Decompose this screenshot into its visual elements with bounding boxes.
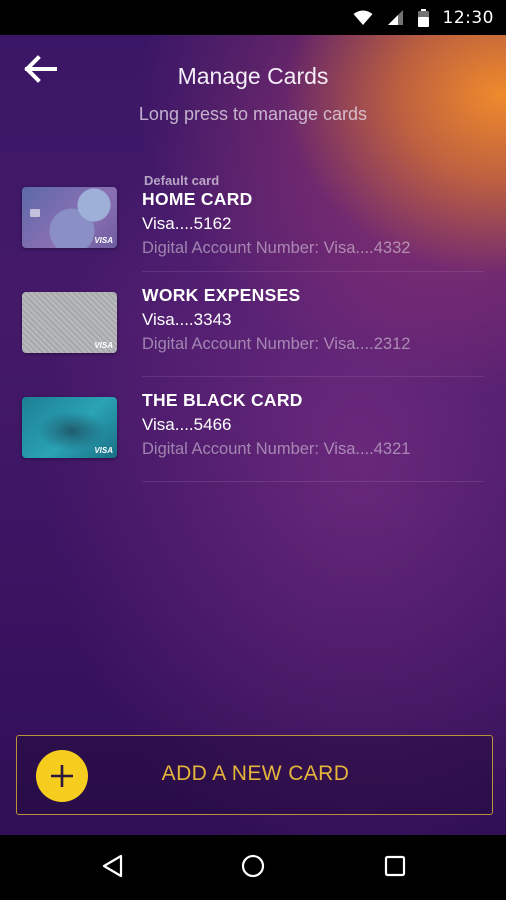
default-card-label: Default card bbox=[144, 173, 220, 188]
add-new-card-label: ADD A NEW CARD bbox=[161, 762, 350, 785]
card-name: HOME CARD bbox=[142, 189, 253, 209]
card-item-home[interactable]: VISA Default card HOME CARD Visa....5162… bbox=[0, 167, 506, 272]
digital-account-number: Digital Account Number: Visa....2312 bbox=[142, 335, 411, 353]
status-time: 12:30 bbox=[442, 7, 494, 28]
square-recents-icon bbox=[383, 854, 407, 883]
card-info: WORK EXPENSES Visa....3343 Digital Accou… bbox=[142, 285, 410, 354]
visa-logo: VISA bbox=[94, 446, 113, 455]
card-list: VISA Default card HOME CARD Visa....5162… bbox=[0, 167, 506, 482]
card-chip bbox=[30, 209, 40, 217]
app-screen: Manage Cards Long press to manage cards … bbox=[0, 35, 506, 835]
card-image-home: VISA bbox=[22, 187, 117, 248]
status-bar: 12:30 bbox=[0, 0, 506, 35]
card-item-black[interactable]: VISA THE BLACK CARD Visa....5466 Digital… bbox=[0, 377, 506, 482]
signal-icon bbox=[387, 9, 404, 26]
battery-icon bbox=[417, 8, 429, 27]
nav-back-button[interactable] bbox=[98, 853, 128, 883]
system-nav-bar bbox=[0, 835, 506, 900]
wifi-icon bbox=[353, 10, 373, 26]
card-name: WORK EXPENSES bbox=[142, 285, 301, 305]
digital-account-number: Digital Account Number: Visa....4321 bbox=[142, 440, 411, 458]
page-subtitle: Long press to manage cards bbox=[138, 104, 368, 124]
card-image-work: VISA bbox=[22, 292, 117, 353]
card-number: Visa....5466 bbox=[142, 415, 232, 434]
digital-account-number: Digital Account Number: Visa....4332 bbox=[142, 239, 411, 257]
page-title: Manage Cards bbox=[177, 63, 329, 89]
nav-home-button[interactable] bbox=[238, 853, 268, 883]
visa-logo: VISA bbox=[94, 236, 113, 245]
card-number: Visa....5162 bbox=[142, 214, 232, 233]
card-item-work[interactable]: VISA WORK EXPENSES Visa....3343 Digital … bbox=[0, 272, 506, 377]
visa-logo: VISA bbox=[94, 341, 113, 350]
card-info: Default card HOME CARD Visa....5162 Digi… bbox=[142, 173, 410, 258]
card-info: THE BLACK CARD Visa....5466 Digital Acco… bbox=[142, 390, 410, 459]
card-number: Visa....3343 bbox=[142, 310, 232, 329]
card-image-black: VISA bbox=[22, 397, 117, 458]
divider bbox=[142, 481, 484, 482]
circle-home-icon bbox=[240, 853, 266, 884]
triangle-back-icon bbox=[101, 854, 125, 883]
card-name: THE BLACK CARD bbox=[142, 390, 303, 410]
add-new-card-button[interactable]: ADD A NEW CARD bbox=[16, 735, 493, 815]
nav-recents-button[interactable] bbox=[380, 853, 410, 883]
